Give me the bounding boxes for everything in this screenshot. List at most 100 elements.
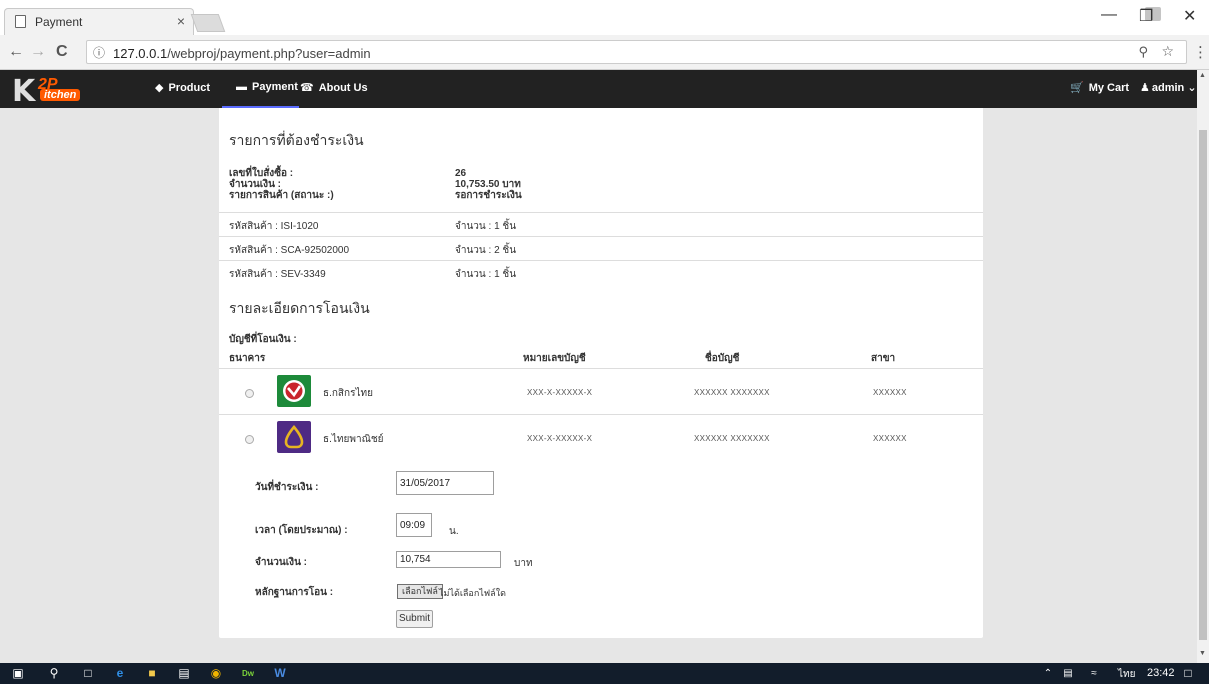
bank-name: ธ.กสิกรไทย (323, 388, 373, 399)
nav-user-label: admin (1151, 82, 1185, 94)
wifi-icon[interactable]: ≈ (1086, 666, 1102, 681)
list-item: รหัสสินค้า : SEV-3349 จำนวน : 1 ชิ้น (219, 260, 983, 284)
browser-titlebar: Payment × — ❐ ✕ (0, 0, 1209, 35)
site-navbar: K 2P itchen ◆ Product ▬ Payment ☎ About Us … (0, 70, 1197, 109)
table-row[interactable]: ธ.กสิกรไทย XXX-X-XXXXX-X XXXXXX XXXXXXX … (219, 369, 983, 414)
language-indicator[interactable]: ไทย (1118, 667, 1135, 682)
amount-unit: บาท (514, 558, 533, 569)
info-icon[interactable]: ⓘ (93, 44, 105, 61)
edge-icon[interactable]: e (112, 666, 128, 681)
choose-file-button[interactable]: เลือกไฟล์ (397, 584, 443, 599)
kitchen-logo[interactable]: K 2P itchen (8, 74, 86, 109)
page-scrollbar[interactable]: ▲ ▼ (1197, 70, 1209, 663)
time-field[interactable] (396, 513, 432, 537)
back-icon[interactable]: ← (8, 43, 24, 61)
close-window-button[interactable]: ✕ (1183, 6, 1196, 26)
phone-icon: ☎ (300, 82, 314, 94)
transfer-heading: รายละเอียดการโอนเงิน (229, 300, 370, 316)
windows-start-icon[interactable]: ▣ (10, 666, 26, 681)
windows-taskbar: ▣ ⚲ □ e ■ ▤ ◉ Dw W ⌃ ▤ ≈ ไทย 23:42 □ (0, 663, 1209, 684)
nav-about-label: About Us (318, 82, 368, 94)
browser-menu-icon[interactable]: ⋮ (1193, 43, 1208, 61)
user-icon: ♟ (1140, 82, 1150, 94)
product-code: รหัสสินค้า : ISI-1020 (229, 221, 319, 232)
branch: XXXXXX (873, 388, 907, 397)
order-summary-labels: เลขที่ใบสั่งซื้อ : จำนวนเงิน : รายการสิน… (229, 168, 334, 201)
account-number: XXX-X-XXXXX-X (527, 434, 593, 443)
nav-user-menu[interactable]: ♟ admin ⌄ (1140, 81, 1197, 94)
nav-payment[interactable]: ▬ Payment (236, 81, 298, 93)
chrome-icon[interactable]: ◉ (208, 666, 224, 681)
reload-icon[interactable]: C (56, 43, 68, 61)
col-bank: ธนาคาร (229, 353, 266, 364)
tray-chevron-icon[interactable]: ⌃ (1040, 666, 1056, 681)
tab-title: Payment (35, 15, 83, 29)
clock[interactable]: 23:42 (1147, 667, 1175, 679)
notification-icon[interactable]: □ (1180, 666, 1196, 681)
account-name: XXXXXX XXXXXXX (694, 434, 770, 443)
product-qty: จำนวน : 2 ชิ้น (455, 245, 517, 256)
account-name: XXXXXX XXXXXXX (694, 388, 770, 397)
minimize-button[interactable]: — (1101, 6, 1117, 24)
product-qty: จำนวน : 1 ชิ้น (455, 269, 517, 280)
dreamweaver-icon[interactable]: Dw (240, 666, 256, 681)
scroll-up-icon[interactable]: ▲ (1199, 72, 1206, 79)
cart-icon: 🛒 (1070, 82, 1084, 94)
zoom-icon[interactable]: ⚲ (1138, 44, 1148, 60)
task-view-icon[interactable]: □ (80, 666, 96, 681)
chevron-down-icon: ⌄ (1187, 82, 1197, 94)
order-no-value: 26 (455, 168, 467, 179)
network-icon[interactable]: ▤ (1060, 666, 1076, 681)
forward-icon[interactable]: → (30, 43, 46, 61)
url-host: 127.0.0.1 (113, 46, 168, 61)
nav-about[interactable]: ☎ About Us (300, 81, 368, 94)
time-label: เวลา (โดยประมาณ) : (255, 525, 348, 536)
product-code: รหัสสินค้า : SCA-92502000 (229, 245, 350, 256)
bank-radio[interactable] (245, 435, 254, 444)
nav-product[interactable]: ◆ Product (155, 81, 210, 94)
address-toolbar: ← → C ⓘ 127.0.0.1/webproj/payment.php?us… (0, 35, 1209, 70)
list-item: รหัสสินค้า : ISI-1020 จำนวน : 1 ชิ้น (219, 212, 983, 236)
account-label: บัญชีที่โอนเงิน : (229, 334, 297, 345)
col-branch: สาขา (871, 353, 896, 364)
nav-my-cart[interactable]: 🛒 My Cart (1070, 81, 1129, 94)
scroll-thumb[interactable] (1199, 130, 1207, 640)
product-qty: จำนวน : 1 ชิ้น (455, 221, 517, 232)
new-tab-button[interactable] (190, 14, 226, 32)
nav-payment-label: Payment (252, 81, 298, 93)
status-value: รอการชำระเงิน (455, 190, 522, 201)
search-icon[interactable]: ⚲ (46, 666, 62, 681)
browser-tab[interactable]: Payment × (4, 8, 194, 35)
amount-value: 10,753.50 บาท (455, 179, 521, 190)
scroll-down-icon[interactable]: ▼ (1199, 650, 1206, 657)
order-no-label: เลขที่ใบสั่งซื้อ : (229, 168, 294, 179)
product-code: รหัสสินค้า : SEV-3349 (229, 269, 326, 280)
tag-icon: ◆ (155, 82, 164, 94)
file-status: ไม่ได้เลือกไฟล์ใด (439, 588, 506, 598)
bookmark-star-icon[interactable]: ☆ (1161, 43, 1174, 60)
list-item: รหัสสินค้า : SCA-92502000 จำนวน : 2 ชิ้น (219, 236, 983, 260)
col-account-name: ชื่อบัญชี (705, 353, 740, 364)
nav-cart-label: My Cart (1088, 82, 1130, 94)
items-label: รายการสินค้า (สถานะ :) (229, 190, 334, 201)
credit-card-icon: ▬ (236, 81, 247, 93)
bank-radio[interactable] (245, 389, 254, 398)
payment-panel: รายการที่ต้องชำระเงิน เลขที่ใบสั่งซื้อ :… (219, 108, 983, 638)
submit-button[interactable]: Submit (396, 610, 433, 628)
url-text: 127.0.0.1/webproj/payment.php?user=admin (113, 46, 371, 61)
url-field[interactable]: ⓘ 127.0.0.1/webproj/payment.php?user=adm… (86, 40, 1187, 64)
nav-product-label: Product (168, 82, 211, 94)
date-label: วันที่ชำระเงิน : (255, 482, 319, 493)
word-icon[interactable]: W (272, 666, 288, 681)
file-explorer-icon[interactable]: ■ (144, 666, 160, 681)
restore-icon[interactable]: ❐ (1139, 6, 1153, 26)
store-icon[interactable]: ▤ (176, 666, 192, 681)
date-field[interactable] (396, 471, 494, 495)
account-number: XXX-X-XXXXX-X (527, 388, 593, 397)
close-tab-icon[interactable]: × (177, 13, 185, 29)
amount-field[interactable] (396, 551, 501, 568)
order-heading: รายการที่ต้องชำระเงิน (229, 132, 364, 148)
url-path: /webproj/payment.php?user=admin (167, 46, 371, 61)
page-icon (15, 15, 26, 28)
table-row[interactable]: ธ.ไทยพาณิชย์ XXX-X-XXXXX-X XXXXXX XXXXXX… (219, 415, 983, 460)
